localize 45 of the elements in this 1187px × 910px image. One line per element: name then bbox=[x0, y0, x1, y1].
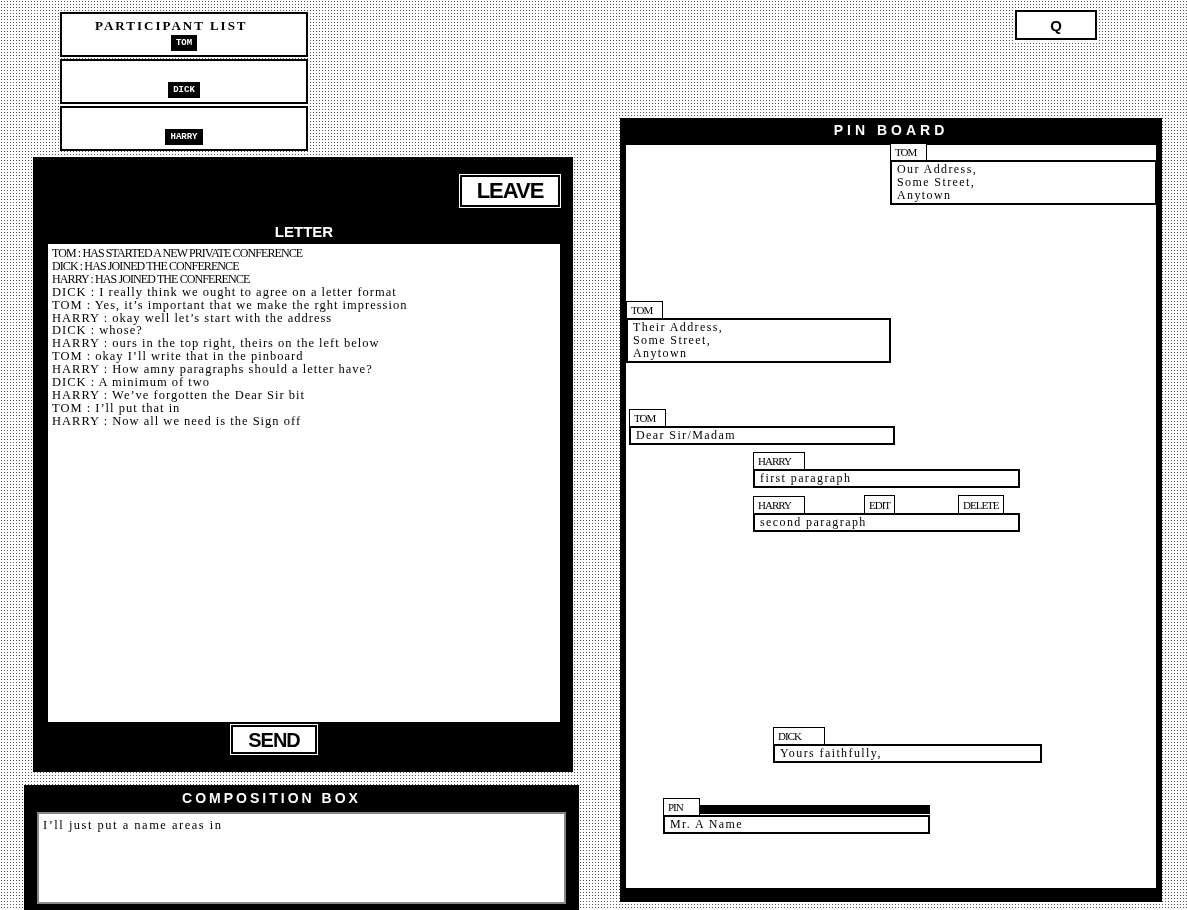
delete-button[interactable]: DELETE bbox=[958, 495, 1004, 513]
send-button[interactable]: SEND bbox=[231, 725, 317, 754]
chat-message: TOM : I’ll put that in bbox=[52, 401, 181, 415]
note-text: first paragraph bbox=[760, 472, 853, 485]
quit-button[interactable]: Q bbox=[1015, 10, 1097, 40]
edit-button[interactable]: EDIT bbox=[864, 495, 896, 513]
chat-message: HARRY : okay well let’s start with the address bbox=[52, 311, 333, 325]
author-tag: TOM bbox=[890, 143, 927, 160]
chat-message: HARRY : ours in the top right, theirs on the left below bbox=[52, 337, 381, 351]
note-text: Some Street, bbox=[633, 334, 713, 347]
note-text: Mr. A Name bbox=[670, 818, 744, 831]
system-message: TOM : HAS STARTED A NEW PRIVATE CONFERENCE bbox=[52, 247, 304, 260]
chat-message: DICK : whose? bbox=[52, 324, 144, 338]
leave-button[interactable]: LEAVE bbox=[460, 175, 560, 207]
chat-message: DICK : I really think we ought to agree on a letter format bbox=[52, 285, 398, 299]
system-message: HARRY : HAS JOINED THE CONFERENCE bbox=[52, 272, 251, 286]
participant-name: TOM bbox=[170, 35, 198, 51]
list-title: PARTICIPANT LIST bbox=[95, 16, 248, 35]
author-tag: TOM bbox=[629, 409, 666, 426]
note-text: Their Address, bbox=[633, 321, 725, 334]
panel-title: PIN BOARD bbox=[832, 121, 950, 140]
author-tag: DICK bbox=[773, 727, 825, 744]
note-text: Anytown bbox=[897, 189, 953, 202]
panel-title: COMPOSITION BOX bbox=[181, 789, 362, 808]
chat-message: TOM : Yes, it’s important that we make the rght impression bbox=[52, 298, 409, 312]
participant-name: DICK bbox=[168, 82, 200, 98]
note-text: Yours faithfully, bbox=[780, 747, 883, 760]
chat-message: DICK : A minimum of two bbox=[52, 376, 211, 389]
author-tag: HARRY bbox=[753, 496, 805, 513]
system-message: DICK : HAS JOINED THE CONFERENCE bbox=[52, 259, 240, 273]
author-tag: TOM bbox=[626, 301, 663, 318]
note-text: Anytown bbox=[633, 347, 689, 360]
chat-message: TOM : okay I’ll write that in the pinboard bbox=[52, 350, 305, 364]
author-tag: PIN bbox=[663, 798, 700, 815]
chat-message: HARRY : How amny paragraphs should a letter have? bbox=[52, 363, 374, 377]
note-text: Our Address, bbox=[897, 163, 979, 176]
input-field[interactable]: I’ll just put a name areas in bbox=[37, 812, 566, 904]
author-tag: HARRY bbox=[753, 452, 805, 469]
participant-name: HARRY bbox=[165, 129, 203, 145]
chat-message: HARRY : We’ve forgotten the Dear Sir bit bbox=[52, 388, 306, 402]
panel-title: LETTER bbox=[273, 222, 335, 242]
note-text: Dear Sir/Madam bbox=[636, 429, 737, 442]
note-text: Some Street, bbox=[897, 176, 977, 189]
note-text: second paragraph bbox=[760, 516, 868, 529]
chat-message: HARRY : Now all we need is the Sign off bbox=[52, 414, 303, 428]
